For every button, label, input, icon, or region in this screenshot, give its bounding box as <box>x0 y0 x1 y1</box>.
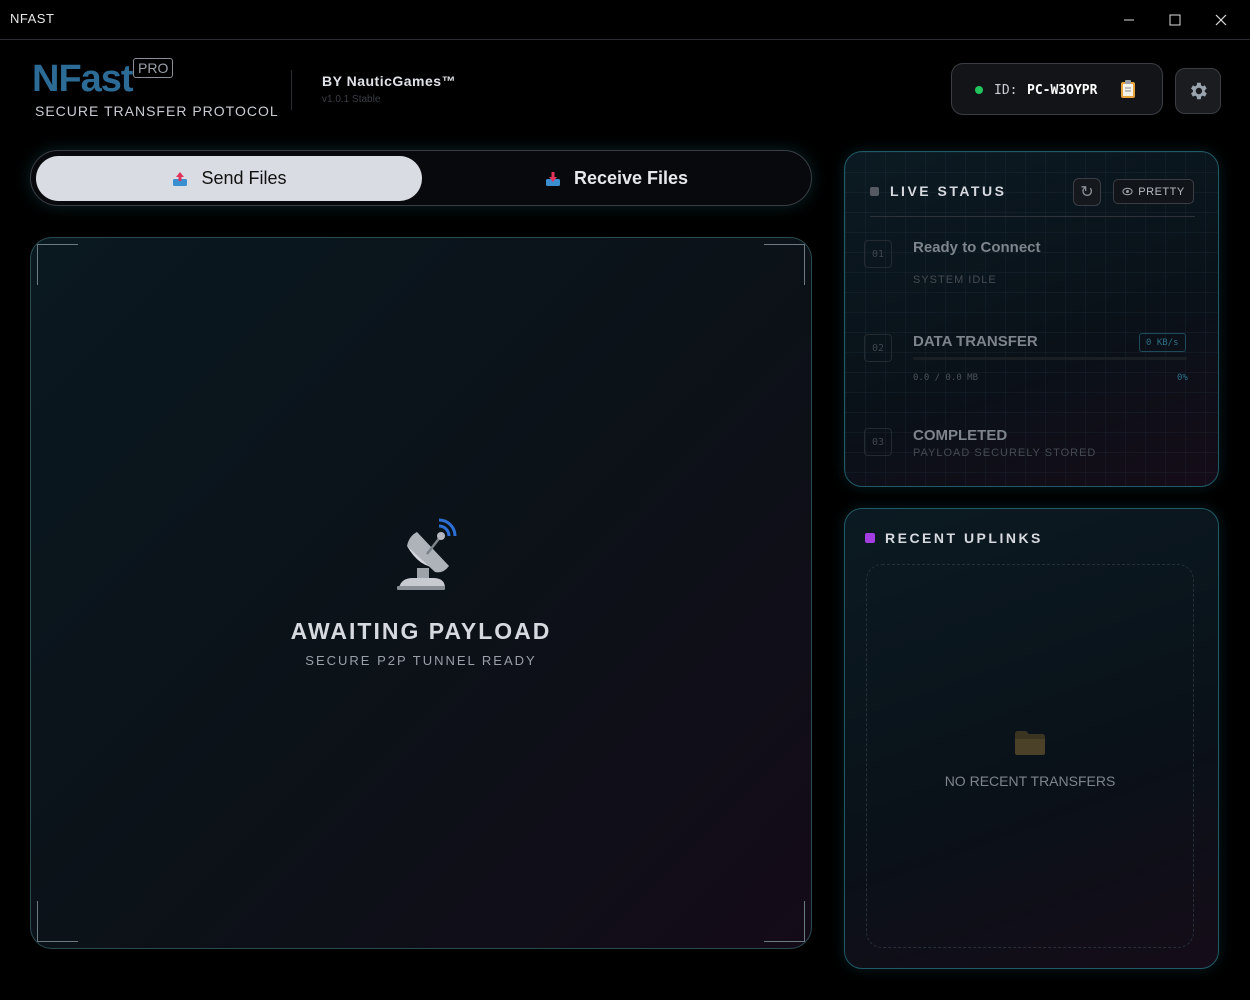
step-title: DATA TRANSFER <box>913 333 1038 350</box>
pretty-label: PRETTY <box>1138 185 1185 198</box>
awaiting-subtitle: SECURE P2P TUNNEL READY <box>305 653 537 668</box>
publisher-label: BY NauticGames™ <box>322 73 457 89</box>
close-button[interactable] <box>1198 0 1244 39</box>
maximize-icon <box>1169 14 1181 25</box>
file-drop-zone[interactable]: AWAITING PAYLOAD SECURE P2P TUNNEL READY <box>30 237 812 949</box>
online-status-dot <box>975 86 983 94</box>
app-subtitle: SECURE TRANSFER PROTOCOL <box>35 103 279 119</box>
step-number: 02 <box>864 334 892 362</box>
window-titlebar: NFAST <box>0 0 1250 40</box>
satellite-dish-icon <box>397 518 457 590</box>
step-subtitle: SYSTEM IDLE <box>913 274 997 286</box>
transfer-speed-badge: 0 KB/s <box>1139 333 1186 352</box>
receive-tray-icon <box>545 171 560 186</box>
transfer-percent: 0% <box>1177 373 1188 383</box>
settings-button[interactable] <box>1175 68 1221 114</box>
step-number: 03 <box>864 428 892 456</box>
recent-uplinks-title: RECENT UPLINKS <box>885 530 1043 546</box>
app-logo: NFast <box>32 58 134 100</box>
corner-bracket <box>37 244 78 285</box>
minimize-button[interactable] <box>1106 0 1152 39</box>
window-title: NFAST <box>10 11 55 26</box>
status-indicator <box>870 187 879 196</box>
device-id-value: PC-W3OYPR <box>1027 83 1098 98</box>
minimize-icon <box>1124 19 1134 20</box>
live-status-title: LIVE STATUS <box>890 183 1007 199</box>
recent-uplinks-panel: RECENT UPLINKS NO RECENT TRANSFERS <box>844 508 1219 969</box>
awaiting-title: AWAITING PAYLOAD <box>290 618 552 644</box>
maximize-button[interactable] <box>1152 0 1198 39</box>
recent-uplinks-list: NO RECENT TRANSFERS <box>866 564 1194 948</box>
tab-send-files[interactable]: Send Files <box>36 156 422 201</box>
transfer-size: 0.0 / 0.0 MB <box>913 373 979 383</box>
uplinks-indicator <box>865 533 875 543</box>
tab-send-label: Send Files <box>201 168 287 188</box>
refresh-button[interactable]: ↻ <box>1073 178 1101 206</box>
device-id-label: ID: <box>994 83 1018 98</box>
version-label: v1.0.1 Stable <box>322 94 381 105</box>
live-status-panel: LIVE STATUS ↻ PRETTY 01 Ready to Connect… <box>844 151 1219 487</box>
refresh-icon: ↻ <box>1080 184 1094 201</box>
gear-icon <box>1191 82 1207 100</box>
eye-icon <box>1122 187 1133 196</box>
step-subtitle: PAYLOAD SECURELY STORED <box>913 447 1097 459</box>
step-title: Ready to Connect <box>913 239 1041 256</box>
pro-badge: PRO <box>133 58 174 78</box>
mode-tabs: Send Files Receive Files <box>30 150 812 206</box>
transfer-progress-bar <box>913 357 1187 360</box>
step-title: COMPLETED <box>913 427 1008 444</box>
pretty-toggle-button[interactable]: PRETTY <box>1113 179 1194 204</box>
send-tray-icon <box>173 171 188 186</box>
corner-bracket <box>37 901 78 942</box>
status-divider <box>870 216 1195 217</box>
folder-icon <box>1015 731 1045 755</box>
tab-receive-label: Receive Files <box>573 168 689 188</box>
device-id-box: ID: PC-W3OYPR <box>951 63 1163 115</box>
corner-bracket <box>764 244 805 285</box>
header-divider <box>291 70 292 110</box>
clipboard-icon[interactable] <box>1120 79 1136 99</box>
step-number: 01 <box>864 240 892 268</box>
empty-transfers-text: NO RECENT TRANSFERS <box>944 773 1116 789</box>
close-icon <box>1215 14 1227 25</box>
corner-bracket <box>764 901 805 942</box>
tab-receive-files[interactable]: Receive Files <box>423 156 809 201</box>
